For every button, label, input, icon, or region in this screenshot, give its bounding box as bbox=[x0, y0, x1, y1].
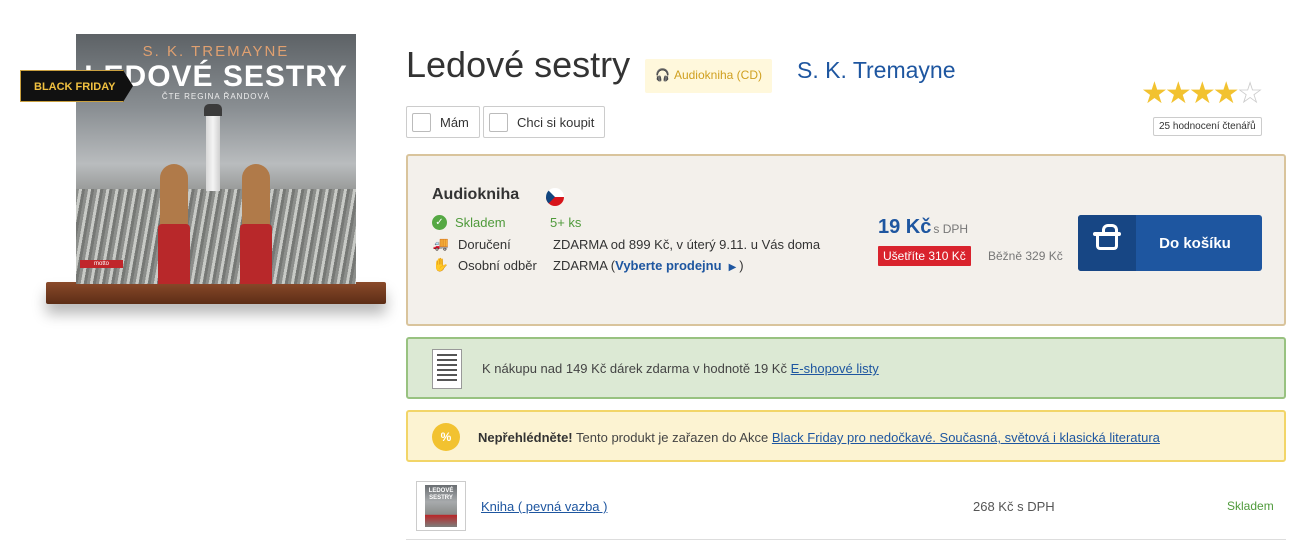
caret-right-icon[interactable]: ▶ bbox=[729, 262, 737, 273]
variant-thumbnail[interactable]: LEDOVÉ SESTRY bbox=[416, 481, 466, 531]
basket-icon bbox=[1093, 224, 1121, 250]
cart-icon-area bbox=[1078, 215, 1136, 271]
cover-shelf bbox=[46, 282, 386, 304]
star-empty-icon: ☆ bbox=[1236, 77, 1264, 110]
czech-flag-icon bbox=[546, 188, 564, 206]
owned-label: Mám bbox=[440, 114, 469, 130]
black-friday-badge: BLACK FRIDAY bbox=[20, 70, 133, 102]
truck-icon: 🚚 bbox=[432, 236, 450, 251]
gift-notice: K nákupu nad 149 Kč dárek zdarma v hodno… bbox=[406, 337, 1286, 399]
stock-row: ✓ Skladem 5+ ks bbox=[432, 215, 581, 230]
author-link[interactable]: S. K. Tremayne bbox=[797, 57, 956, 84]
price-vat: s DPH bbox=[933, 222, 969, 236]
saving-badge: Ušetříte 310 Kč bbox=[878, 246, 971, 266]
star-icon: ★ bbox=[1212, 77, 1240, 110]
star-icon: ★ bbox=[1164, 77, 1192, 110]
select-store-link[interactable]: Vyberte prodejnu bbox=[615, 258, 721, 273]
rating-stars[interactable]: ★★★★☆ bbox=[1141, 77, 1264, 110]
owned-checkbox[interactable]: Mám bbox=[406, 106, 480, 138]
hand-icon: ✋ bbox=[432, 257, 450, 272]
format-badge: 🎧 Audiokniha (CD) bbox=[645, 59, 772, 93]
cover-lighthouse bbox=[204, 104, 222, 191]
buy-box: Audiokniha ✓ Skladem 5+ ks 🚚 Doručení ZD… bbox=[406, 154, 1286, 326]
buybox-heading: Audiokniha bbox=[432, 186, 520, 203]
cover-girl-right bbox=[236, 164, 276, 284]
promo-notice: % Nepřehlédněte! Tento produkt je zařaze… bbox=[406, 410, 1286, 462]
percent-icon: % bbox=[432, 423, 460, 451]
wishlist-label: Chci si koupit bbox=[517, 114, 595, 130]
promo-strong: Nepřehlédněte! bbox=[478, 430, 573, 445]
gift-text-body: K nákupu nad 149 Kč dárek zdarma v hodno… bbox=[482, 361, 787, 376]
product-title: Ledové sestry bbox=[406, 44, 631, 85]
variant-mini-title: LEDOVÉ SESTRY bbox=[428, 488, 454, 501]
variant-name-link[interactable]: Kniha ( pevná vazba ) bbox=[481, 499, 607, 514]
format-label: Audiokniha (CD) bbox=[673, 68, 762, 82]
variant-price: 268 Kč s DPH bbox=[973, 499, 1055, 514]
check-circle-icon: ✓ bbox=[432, 215, 447, 230]
checkbox-icon bbox=[412, 112, 431, 132]
delivery-value: ZDARMA od 899 Kč, v úterý 9.11. u Vás do… bbox=[553, 236, 821, 252]
star-icon: ★ bbox=[1188, 77, 1216, 110]
gift-text: K nákupu nad 149 Kč dárek zdarma v hodno… bbox=[482, 361, 879, 376]
star-icon: ★ bbox=[1141, 77, 1168, 110]
promo-body: Tento produkt je zařazen do Akce bbox=[576, 430, 769, 445]
wishlist-checkbox[interactable]: Chci si koupit bbox=[483, 106, 606, 138]
promo-text: Nepřehlédněte! Tento produkt je zařazen … bbox=[478, 430, 1160, 445]
cover-publisher: motto bbox=[80, 260, 124, 268]
gift-link[interactable]: E-shopové listy bbox=[791, 361, 879, 376]
price-value: 19 Kč bbox=[878, 216, 932, 238]
promo-link[interactable]: Black Friday pro nedočkavé. Současná, sv… bbox=[772, 430, 1160, 445]
pickup-label: Osobní odběr bbox=[458, 257, 537, 273]
rating-count[interactable]: 25 hodnocení čtenářů bbox=[1153, 117, 1262, 136]
stock-label: Skladem bbox=[455, 215, 506, 230]
gift-thumbnail bbox=[432, 349, 462, 389]
variant-row: LEDOVÉ SESTRY Kniha ( pevná vazba ) 268 … bbox=[406, 476, 1286, 540]
cover-girl-left bbox=[154, 164, 194, 284]
variant-stock: Skladem bbox=[1227, 499, 1274, 513]
product-cover-area: S. K. TREMAYNE LEDOVÉ SESTRY ČTE REGINA … bbox=[20, 34, 400, 324]
regular-price: Běžně 329 Kč bbox=[988, 249, 1063, 263]
add-to-cart-label: Do košíku bbox=[1159, 234, 1231, 252]
variant-mini-cover: LEDOVÉ SESTRY bbox=[425, 485, 457, 527]
pickup-suffix: ) bbox=[739, 257, 744, 273]
checkbox-icon bbox=[489, 112, 508, 132]
add-to-cart-button[interactable]: Do košíku bbox=[1078, 215, 1262, 271]
pickup-value: ZDARMA (Vyberte prodejnu ▶) bbox=[553, 258, 744, 273]
stock-value: 5+ ks bbox=[550, 215, 582, 230]
pickup-prefix: ZDARMA ( bbox=[553, 257, 616, 273]
delivery-label: Doručení bbox=[458, 236, 511, 252]
pickup-row: ✋ Osobní odběr ZDARMA (Vyberte prodejnu ▶… bbox=[432, 257, 744, 273]
cover-author: S. K. TREMAYNE bbox=[142, 43, 290, 60]
headphones-icon: 🎧 bbox=[655, 68, 670, 82]
cover-field bbox=[76, 189, 356, 284]
price: 19 Kč s DPH bbox=[878, 216, 968, 239]
delivery-row: 🚚 Doručení ZDARMA od 899 Kč, v úterý 9.1… bbox=[432, 236, 820, 252]
